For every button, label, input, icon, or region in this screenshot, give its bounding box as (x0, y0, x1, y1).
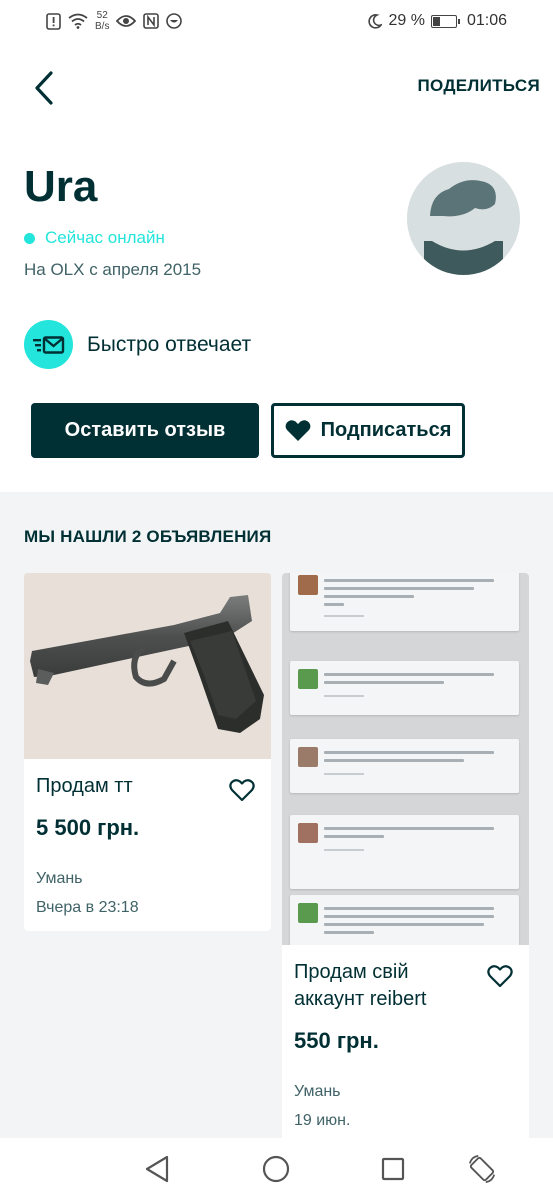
leave-review-button[interactable]: Оставить отзыв (31, 403, 259, 458)
listing-city: Умань (36, 870, 83, 887)
system-nav-bar (0, 1138, 553, 1200)
review-line (324, 835, 384, 838)
back-button[interactable] (24, 68, 64, 108)
review-snippet (290, 739, 519, 793)
network-speed: 52 B/s (95, 10, 110, 32)
rotate-icon (469, 1155, 495, 1183)
review-date (324, 695, 364, 697)
status-bar-right: 29 % 01:06 (368, 12, 507, 30)
listing-title: Продам свій аккаунт reibert (294, 961, 427, 1010)
listing-photo-pistol (24, 573, 271, 759)
moon-icon (368, 13, 383, 29)
listing-title: Продам тт (36, 775, 133, 797)
eye-icon (116, 15, 137, 27)
top-bar: ПОДЕЛИТЬСЯ (0, 60, 553, 116)
fast-reply-badge: Быстро отвечает (24, 320, 251, 369)
review-snippet (290, 573, 519, 631)
circle-home-icon (262, 1155, 290, 1183)
square-recents-icon (381, 1157, 405, 1181)
listings-count-header: МЫ НАШЛИ 2 ОБЪЯВЛЕНИЯ (24, 527, 272, 546)
battery-icon (430, 14, 460, 28)
listing-city: Умань (294, 1083, 341, 1100)
review-avatar (298, 669, 318, 689)
listing-photo-reviews-screenshot (282, 573, 529, 945)
review-line (324, 751, 494, 754)
review-avatar (298, 823, 318, 843)
nav-recents-button[interactable] (378, 1154, 408, 1184)
wifi-icon (68, 13, 88, 29)
pistol-image (24, 573, 271, 759)
status-bar-left: 52 B/s (46, 10, 183, 32)
review-snippet (290, 661, 519, 715)
nav-back-button[interactable] (142, 1154, 172, 1184)
listing-card[interactable]: Продам тт 5 500 грн. Умань Вчера в 23:18 (24, 573, 271, 931)
follow-label: Подписаться (320, 419, 452, 441)
rotate-screen-button[interactable] (467, 1154, 497, 1184)
online-dot-icon (24, 232, 35, 244)
review-line (324, 595, 414, 598)
triangle-back-icon (145, 1155, 169, 1183)
heart-icon (285, 420, 310, 441)
avatar[interactable] (407, 162, 520, 275)
default-avatar-icon (407, 162, 520, 275)
battery-percent: 29 % (388, 12, 425, 29)
review-line (324, 673, 494, 676)
online-status-label: Сейчас онлайн (45, 228, 165, 247)
follow-button[interactable]: Подписаться (271, 403, 465, 458)
review-line (324, 579, 494, 582)
review-snippet (290, 815, 519, 889)
clock: 01:06 (466, 12, 507, 29)
review-line (324, 759, 464, 762)
listing-date: 19 июн. (294, 1112, 351, 1129)
app-notification-icon (166, 13, 183, 29)
share-button[interactable]: ПОДЕЛИТЬСЯ (418, 76, 541, 96)
listing-date: Вчера в 23:18 (36, 899, 139, 916)
alert-icon (46, 12, 61, 30)
fast-mail-icon (32, 335, 64, 354)
status-bar: 52 B/s 29 % 01:06 (0, 0, 553, 44)
review-avatar (298, 903, 318, 923)
review-line (324, 923, 484, 926)
review-date (324, 773, 364, 775)
online-status: Сейчас онлайн (24, 228, 165, 248)
review-snippet (290, 895, 519, 945)
review-date (324, 615, 364, 617)
review-line (324, 827, 494, 830)
favorite-heart-icon[interactable] (229, 777, 255, 803)
review-line (324, 907, 494, 910)
review-line (324, 681, 444, 684)
review-line (324, 931, 374, 934)
favorite-heart-icon[interactable] (487, 963, 513, 989)
listing-price: 5 500 грн. (36, 815, 140, 840)
nav-home-button[interactable] (261, 1154, 291, 1184)
listing-price: 550 грн. (294, 1028, 379, 1053)
fast-reply-label: Быстро отвечает (87, 332, 252, 356)
review-line (324, 915, 494, 918)
fast-reply-circle (24, 320, 73, 369)
chevron-left-icon (35, 71, 53, 105)
seller-name: Ura (24, 162, 98, 211)
nfc-icon (143, 13, 160, 29)
listing-card[interactable]: Продам свій аккаунт reibert 550 грн. Ума… (282, 573, 529, 1138)
member-since: На OLX с апреля 2015 (24, 260, 202, 279)
review-line (324, 603, 344, 606)
review-line (324, 587, 474, 590)
review-date (324, 849, 364, 851)
listings-section: МЫ НАШЛИ 2 ОБЪЯВЛЕНИЯ Продам тт 5 500 гр… (0, 492, 553, 1138)
review-avatar (298, 747, 318, 767)
review-avatar (298, 575, 318, 595)
